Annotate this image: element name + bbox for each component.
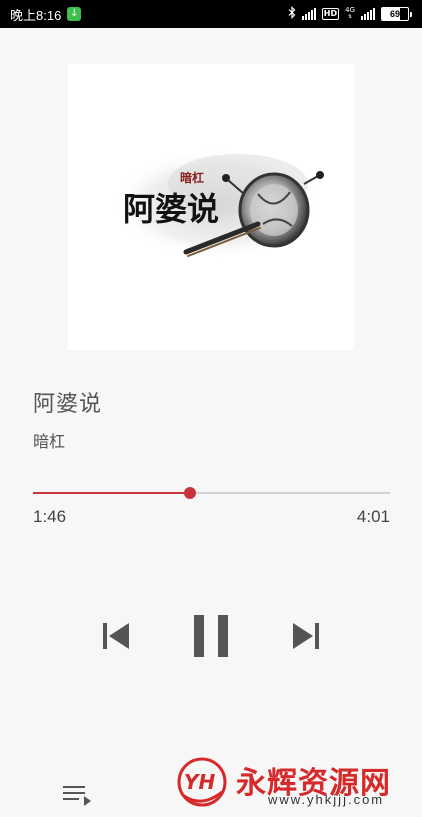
pause-button[interactable]	[186, 608, 236, 664]
status-time: 晚上8:16	[10, 7, 62, 23]
previous-button[interactable]	[96, 614, 136, 658]
progress-slider[interactable]	[33, 485, 390, 501]
album-art-title-text: 阿婆说	[123, 190, 219, 228]
battery-level: 69	[389, 9, 400, 19]
signal-strength-icon	[301, 8, 316, 20]
watermark-url: www.yhkjjj.com	[268, 792, 385, 807]
status-bar: 晚上8:16 ↓ HD 4G ⇅ 69	[0, 0, 422, 28]
song-title: 阿婆说	[33, 392, 103, 417]
progress-fill	[33, 492, 191, 494]
download-notification-icon: ↓	[67, 7, 82, 21]
album-art: 暗杠 阿婆说	[68, 64, 354, 350]
time-total: 4:01	[356, 507, 390, 526]
network-type: 4G ⇅	[345, 6, 355, 21]
song-artist[interactable]: 暗杠	[33, 428, 65, 452]
watermark: YH 永辉资源网 www.yhkjjj.com	[176, 754, 406, 810]
battery-icon: 69	[381, 7, 412, 21]
progress-thumb[interactable]	[184, 487, 197, 499]
signal-strength-icon-2	[361, 8, 375, 20]
watermark-logo: YH	[177, 757, 227, 807]
player-screen: 晚上8:16 ↓ HD 4G ⇅ 69 暗杠 阿婆说 阿婆说 暗杠 1:46 4…	[0, 0, 422, 817]
queue-icon	[63, 786, 91, 806]
time-elapsed: 1:46	[33, 507, 67, 526]
skip-next-icon	[293, 623, 319, 649]
skip-previous-icon	[103, 623, 129, 649]
bluetooth-icon	[288, 5, 296, 23]
svg-text:YH: YH	[184, 770, 215, 794]
album-art-artist-text: 暗杠	[180, 170, 204, 185]
pause-icon	[194, 615, 228, 657]
next-button[interactable]	[286, 614, 326, 658]
queue-button[interactable]	[60, 780, 94, 808]
hd-badge: HD	[321, 8, 340, 20]
